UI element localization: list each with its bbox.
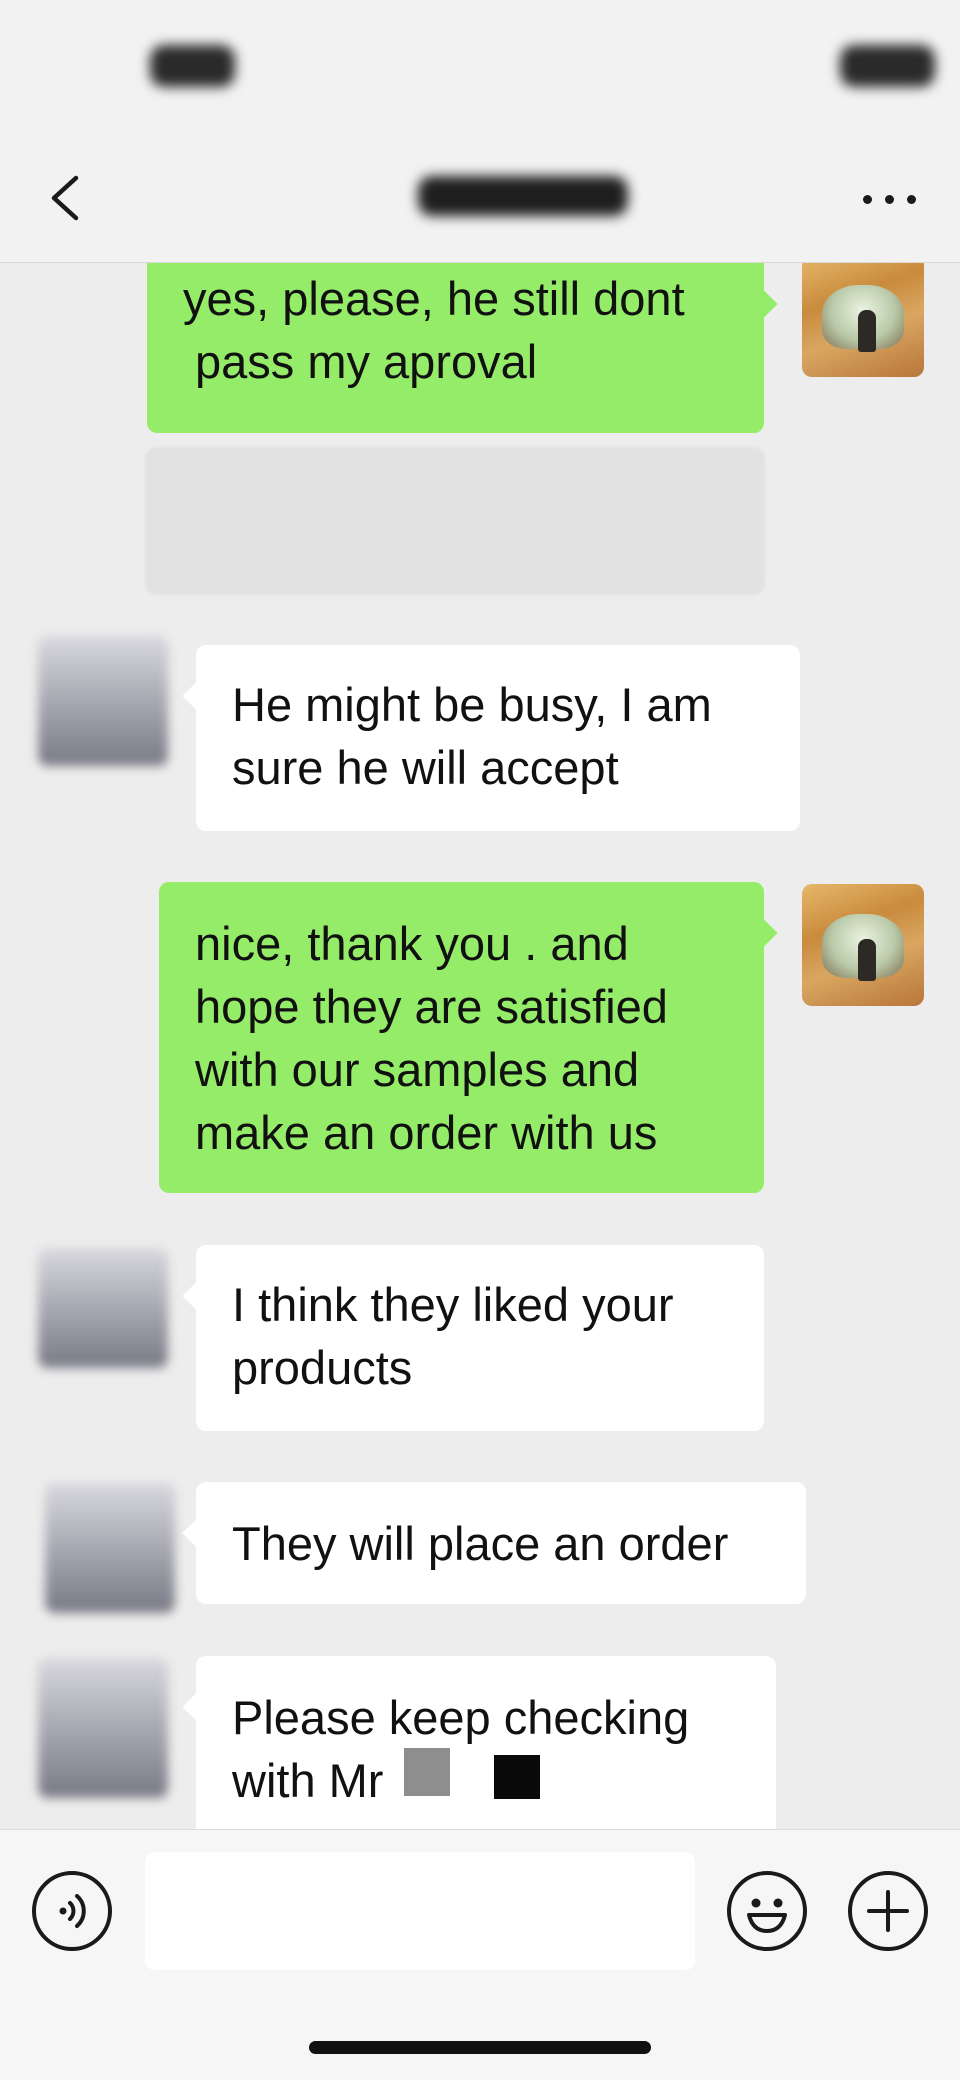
message-text-line: I think they liked your: [232, 1278, 674, 1331]
message-text-line: pass my aproval: [195, 335, 538, 388]
emoji-icon: [747, 1898, 787, 1933]
my-avatar[interactable]: [802, 263, 924, 377]
message-bubble-outgoing[interactable]: nice, thank you . and hope they are sati…: [159, 882, 778, 1193]
message-input-bar: [0, 1829, 960, 2080]
bubble-tail: [746, 288, 778, 320]
contact-avatar[interactable]: [38, 1248, 168, 1368]
message-bubble-incoming[interactable]: They will place an order: [182, 1482, 806, 1604]
message-bubble-incoming[interactable]: Please keep checking with Mr: [182, 1656, 776, 1829]
message-bubble-incoming[interactable]: He might be busy, I am sure he will acce…: [182, 645, 800, 831]
message-text-line: products: [232, 1341, 413, 1394]
message-text-line: sure he will accept: [232, 741, 619, 794]
message-text-line: make an order with us: [195, 1106, 658, 1159]
message-text-line: He might be busy, I am: [232, 678, 712, 731]
message-text-line: with our samples and: [195, 1043, 640, 1096]
person-silhouette-icon: [858, 310, 876, 352]
message-text-line: with Mr: [232, 1754, 384, 1807]
blurred-attachment-card[interactable]: [145, 447, 765, 595]
more-dot-icon: [907, 195, 916, 204]
contact-avatar[interactable]: [45, 1483, 175, 1613]
message-list[interactable]: yes, please, he still dont pass my aprov…: [0, 263, 960, 1829]
chevron-left-icon: [51, 175, 79, 221]
message-text-line: Please keep checking: [232, 1691, 690, 1744]
message-input[interactable]: [145, 1852, 695, 1970]
message-text-line: yes, please, he still dont: [183, 272, 685, 325]
person-silhouette-icon: [858, 939, 876, 981]
message-text-line: hope they are satisfied: [195, 980, 668, 1033]
contact-avatar[interactable]: [38, 636, 168, 766]
more-options-button[interactable]: [850, 168, 930, 228]
status-bar: [0, 0, 960, 130]
bubble-tail: [746, 917, 778, 949]
back-button[interactable]: [38, 168, 98, 228]
redaction-block: [404, 1748, 450, 1796]
message-text-line: nice, thank you . and: [195, 917, 629, 970]
more-functions-button[interactable]: [848, 1871, 928, 1951]
more-dot-icon: [885, 195, 894, 204]
voice-icon: [59, 1894, 86, 1928]
emoji-button[interactable]: [727, 1871, 807, 1951]
message-bubble-outgoing[interactable]: yes, please, he still dont pass my aprov…: [147, 263, 778, 433]
plus-icon: [867, 1890, 909, 1932]
status-icons-redacted: [840, 45, 935, 87]
chat-header: [0, 130, 960, 263]
my-avatar[interactable]: [802, 884, 924, 1006]
contact-name-redacted: [418, 176, 628, 216]
home-indicator[interactable]: [309, 2041, 651, 2054]
message-bubble-incoming[interactable]: I think they liked your products: [182, 1245, 764, 1431]
status-time-redacted: [150, 45, 235, 87]
more-dot-icon: [863, 195, 872, 204]
message-text-line: They will place an order: [232, 1517, 729, 1570]
bubble-tail: [182, 1691, 214, 1723]
redaction-block: [494, 1755, 540, 1799]
bubble-tail: [182, 680, 214, 712]
bubble-tail: [182, 1280, 214, 1312]
voice-button[interactable]: [32, 1871, 112, 1951]
bubble-tail: [182, 1517, 214, 1549]
contact-avatar[interactable]: [38, 1658, 168, 1798]
